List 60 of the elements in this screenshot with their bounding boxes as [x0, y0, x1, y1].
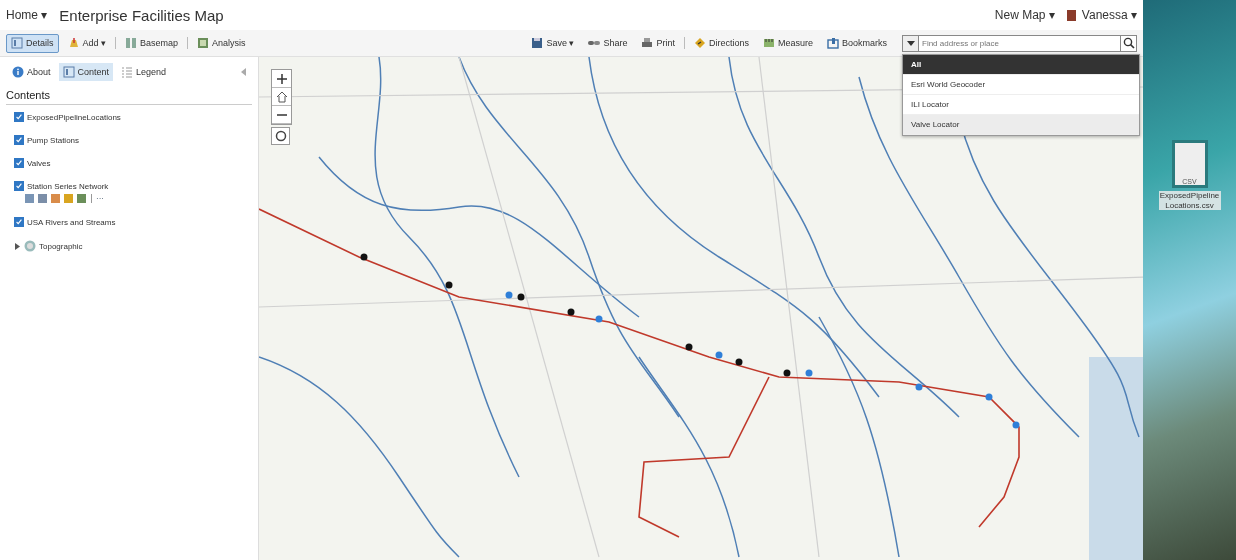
checkbox[interactable]	[14, 158, 24, 168]
user-menu[interactable]: Vanessa ▾	[1081, 8, 1137, 22]
globe-icon	[24, 240, 36, 252]
check-icon	[15, 159, 23, 167]
panel-tab[interactable]: Legend	[117, 63, 171, 81]
info-icon	[12, 66, 24, 78]
home-icon	[275, 90, 288, 103]
menu-item[interactable]: Esri World Geocoder	[903, 74, 1139, 95]
toolbar-button[interactable]: Bookmarks	[822, 33, 892, 53]
checkbox[interactable]	[14, 217, 24, 227]
diamond-sign-icon	[693, 37, 706, 49]
map-title: Enterprise Facilities Map	[59, 6, 224, 24]
new-map-menu[interactable]: New Map ▾	[994, 8, 1055, 22]
panel-tab[interactable]: About	[8, 63, 55, 81]
locator-dropdown-button[interactable]	[903, 35, 919, 51]
toolbar-button[interactable]: Directions	[688, 33, 754, 53]
panel-tab[interactable]: Content	[58, 63, 114, 81]
toolbar-button[interactable]: Basemap	[120, 33, 184, 53]
toolbar-button[interactable]: Measure	[757, 33, 818, 53]
printer-icon	[641, 37, 654, 49]
menu-item[interactable]: All	[903, 54, 1139, 75]
check-icon	[15, 136, 23, 144]
circle-icon	[274, 130, 287, 142]
menu-item[interactable]: Valve Locator	[903, 114, 1139, 135]
layer-name[interactable]: Pump Stations	[27, 135, 80, 145]
toolbar-button[interactable]: Save ▾	[526, 33, 580, 53]
layer-name[interactable]: Station Series Network	[27, 181, 109, 191]
avatar-image	[1066, 9, 1076, 21]
plus-icon	[275, 72, 288, 85]
home-menu[interactable]: Home ▾	[6, 8, 48, 22]
layer-name[interactable]: Valves	[27, 158, 51, 168]
check-icon	[15, 113, 23, 121]
caret-icon	[905, 39, 916, 47]
panel-icon	[62, 66, 75, 78]
panel-icon	[11, 37, 23, 49]
toolbar-button[interactable]: Share	[583, 33, 633, 53]
layer-name[interactable]: ExposedPipelineLocations	[27, 112, 121, 122]
file-name[interactable]: ExposedPipelineLocations.csv	[1158, 191, 1221, 211]
menu-item[interactable]: ILI Locator	[903, 94, 1139, 115]
collapse-icon	[241, 68, 246, 76]
locate-button[interactable]	[271, 127, 290, 145]
checkbox[interactable]	[14, 181, 24, 191]
checkbox[interactable]	[14, 135, 24, 145]
toolbar-button[interactable]: Analysis	[192, 33, 251, 53]
search-icon	[1122, 37, 1135, 49]
search-box[interactable]: Find address or place	[902, 34, 1137, 52]
layer-name[interactable]: USA Rivers and Streams	[27, 217, 116, 227]
toolbar-button[interactable]: Add ▾	[62, 33, 112, 53]
more-options[interactable]: ···	[96, 194, 104, 203]
layer-name[interactable]: Topographic	[39, 241, 83, 251]
bookmark-icon	[827, 37, 839, 49]
list-icon	[121, 66, 134, 78]
contents-heading: Contents	[6, 89, 252, 105]
ruler-icon	[762, 37, 775, 49]
toolbar-button[interactable]: Print	[636, 33, 680, 53]
check-icon	[15, 182, 23, 190]
toolbar-button[interactable]: Details	[6, 33, 59, 53]
checkbox[interactable]	[14, 112, 24, 122]
search-button[interactable]	[1120, 35, 1136, 51]
check-icon	[15, 218, 23, 226]
